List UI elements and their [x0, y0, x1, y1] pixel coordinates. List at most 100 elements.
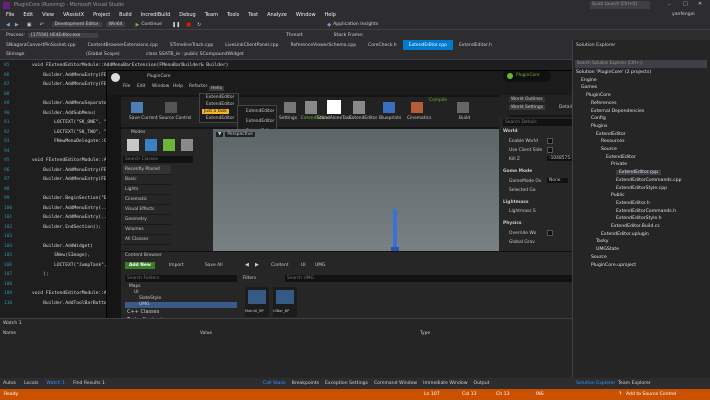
tab-locals[interactable]: Locals	[24, 381, 38, 386]
solution-tree-item[interactable]: PluginCore	[586, 93, 611, 98]
modes-tab[interactable]: Modes	[131, 130, 145, 135]
tab-find-results[interactable]: Find Results 1	[73, 381, 105, 386]
save-all-button[interactable]: Save All	[205, 263, 223, 268]
solution-tree-item[interactable]: Config	[591, 116, 606, 121]
ue-settings-label[interactable]: Settings	[279, 116, 297, 121]
path-ui[interactable]: UI	[301, 263, 306, 268]
tab-doc-2[interactable]: STimelineTrack.cpp	[164, 40, 219, 50]
user-name[interactable]: yanfengxi	[672, 12, 695, 17]
category-item[interactable]: Basic	[123, 175, 171, 185]
menu-view[interactable]: View	[42, 12, 54, 18]
path-content[interactable]: Content	[271, 263, 288, 268]
restart-icon[interactable]: ↻	[197, 22, 201, 28]
scope-dropdown[interactable]: (Global Scope)	[86, 52, 146, 57]
stop-icon[interactable]: ■	[186, 22, 191, 28]
continue-icon[interactable]: ▶	[135, 22, 139, 28]
tab-breakpoints[interactable]: Breakpoints	[292, 381, 319, 386]
search-details-input[interactable]: Search Details	[503, 119, 583, 126]
add-new-button[interactable]: Add New	[125, 262, 155, 269]
solution-tree-item[interactable]: ExtendEditor.uplugin	[601, 232, 649, 237]
search-assets-input[interactable]: Search UMG	[285, 275, 585, 282]
solution-tree-item[interactable]: Resources	[601, 139, 624, 144]
solution-tree-item[interactable]: ExtendEditorStyle.h	[616, 216, 662, 221]
ue-extend-icon[interactable]	[305, 101, 317, 114]
save-icon[interactable]: ▣	[27, 22, 32, 28]
submenu-item-1[interactable]: ExtendEditor	[246, 119, 274, 124]
landscape-mode-icon[interactable]	[163, 139, 175, 151]
menu-edit[interactable]: Edit	[23, 12, 33, 18]
dropdown-item-3[interactable]: ExtendEditor	[206, 116, 234, 121]
tab-doc-4[interactable]: ReferenceViewerSchema.cpp	[284, 40, 362, 50]
dropdown-item-1[interactable]: ExtendEditor	[206, 102, 234, 107]
ue-menu-hello[interactable]: Hello	[209, 86, 225, 91]
solution-tree-item[interactable]: ExtendEditor.Build.cs	[611, 224, 660, 229]
tab-call-stack[interactable]: Call Stack	[263, 381, 286, 386]
menu-vassistx[interactable]: VAssistX	[63, 12, 84, 18]
tab-autos[interactable]: Autos	[3, 381, 16, 386]
section-physics[interactable]: Physics	[503, 221, 522, 226]
code-line[interactable]: Builder.EndSection();	[32, 225, 101, 230]
insights-icon[interactable]: ◆	[327, 22, 331, 28]
viewport-menu-icon[interactable]: ▼	[216, 132, 224, 137]
watch-col-value[interactable]: Value	[200, 331, 212, 336]
window-maximize-icon[interactable]: □	[683, 1, 688, 7]
solution-tree-item[interactable]: ExtendEditor.cpp	[616, 170, 662, 176]
paint-mode-icon[interactable]	[145, 139, 157, 151]
ue-save-icon[interactable]	[131, 102, 143, 113]
ue-source-control-button[interactable]: Source Control	[159, 116, 191, 121]
window-close-icon[interactable]: ✕	[698, 1, 702, 7]
code-line[interactable]: Builder.AddWidget(	[32, 244, 93, 249]
ue-menu-refactor[interactable]: Refactor	[189, 84, 207, 89]
override-world-checkbox[interactable]	[547, 230, 553, 236]
add-to-source-control[interactable]: Add to Source Control	[626, 392, 676, 397]
ue-standalone-button[interactable]: StandAloneTask	[317, 116, 352, 121]
watch-col-name[interactable]: Name	[3, 331, 16, 336]
continue-button[interactable]: Continue	[141, 22, 162, 27]
tab-exception-settings[interactable]: Exception Settings	[325, 381, 368, 386]
category-item[interactable]: Cinematic	[123, 195, 171, 205]
solution-tree-item[interactable]: ExtendEditorCommands.cpp	[616, 178, 682, 183]
enable-world-checkbox[interactable]	[547, 138, 553, 144]
place-mode-icon[interactable]	[127, 139, 139, 151]
solution-tree-item[interactable]: ExtendEditor.h	[616, 201, 650, 206]
menu-team[interactable]: Team	[205, 12, 218, 18]
project-dropdown[interactable]: Slimage	[6, 52, 86, 57]
forward-icon[interactable]: ▶	[15, 22, 19, 28]
solution-tree-item[interactable]: Games	[581, 85, 597, 90]
menu-build[interactable]: Build	[119, 12, 132, 18]
menu-window[interactable]: Window	[296, 12, 316, 18]
category-item[interactable]: Volumes	[123, 225, 171, 235]
ue-source-control-icon[interactable]	[165, 102, 177, 113]
source-control-icon[interactable]: ↑	[618, 391, 622, 397]
tab-doc-5[interactable]: CoreCheck.h	[362, 40, 403, 50]
category-item[interactable]: Visual Effects	[123, 205, 171, 215]
ue-standalone-icon[interactable]	[327, 100, 341, 114]
tab-watch1[interactable]: Watch 1	[46, 381, 65, 386]
filters-button[interactable]: Filters	[243, 276, 256, 281]
tab-immediate-window[interactable]: Immediate Window	[423, 381, 467, 386]
tab-doc-3[interactable]: LiveLinkClientPanel.cpp	[219, 40, 284, 50]
tab-team-explorer[interactable]: Team Explorer	[618, 381, 651, 386]
back-icon[interactable]: ◀	[6, 22, 10, 28]
process-select[interactable]: [17556] UE4Editor.exe	[27, 32, 98, 38]
tab-doc-0[interactable]: SNiagaraConvertPinSocket.cpp	[0, 40, 82, 50]
section-world[interactable]: World	[503, 129, 518, 134]
section-game-mode[interactable]: Game Mode	[503, 169, 532, 174]
dropdown-item-0[interactable]: ExtendEditor	[206, 95, 234, 100]
code-line[interactable]: Builder.AddMenuEntry(...	[32, 215, 109, 220]
quick-launch-input[interactable]: Quick Launch (Ctrl+Q)	[590, 1, 650, 9]
tab-solution-explorer[interactable]: Solution Explorer	[576, 381, 615, 386]
tab-world-outliner[interactable]: World Outliner	[509, 97, 545, 102]
tab-output[interactable]: Output	[473, 381, 489, 386]
use-client-checkbox[interactable]	[547, 147, 553, 153]
code-line[interactable]: );	[32, 272, 49, 277]
insights-button[interactable]: Application Insights	[333, 22, 378, 27]
undo-icon[interactable]: ↶	[39, 22, 43, 28]
menu-project[interactable]: Project	[93, 12, 110, 18]
ue-settings-icon[interactable]	[284, 102, 296, 113]
submenu-item-0[interactable]: ExtendEditor	[246, 109, 274, 114]
code-line[interactable]: Builder.AddMenuEntry(FEX...	[32, 168, 118, 173]
solution-tree-item[interactable]: References	[591, 101, 617, 106]
tab-doc-6[interactable]: ExtendEditor.cpp	[402, 40, 453, 50]
code-line[interactable]: Builder.AddMenuEntry(FEX...	[32, 177, 118, 182]
